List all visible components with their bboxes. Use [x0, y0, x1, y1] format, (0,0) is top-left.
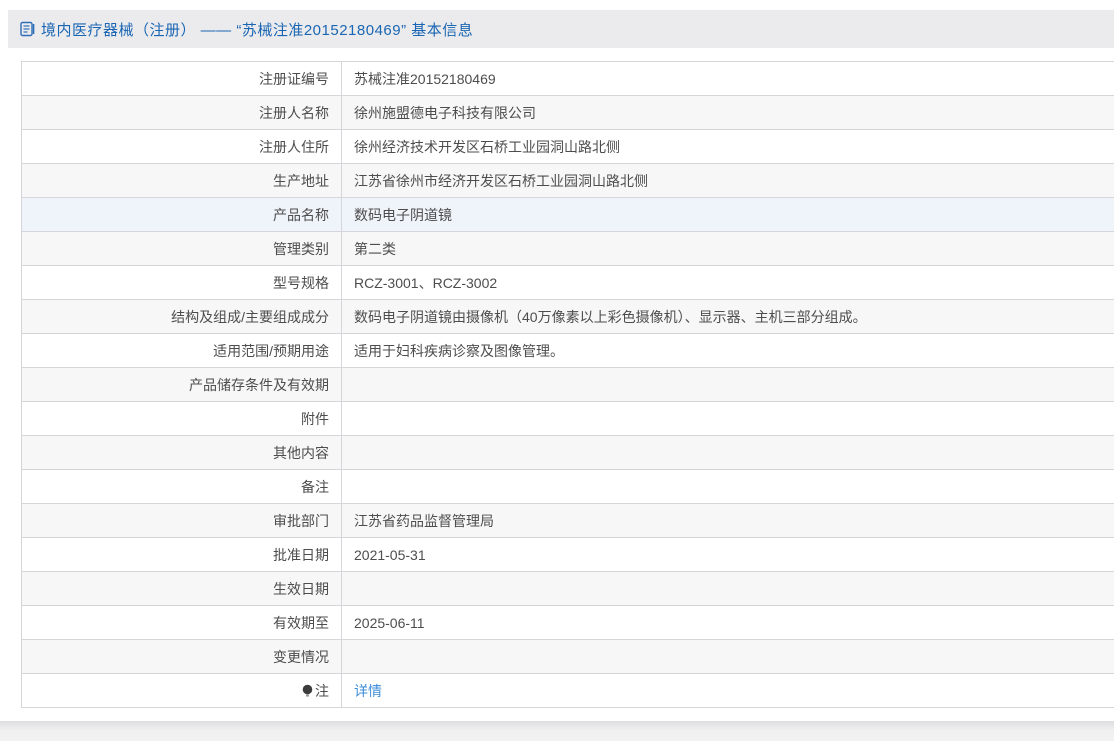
table-row: 注册人名称 徐州施盟德电子科技有限公司: [22, 96, 1114, 130]
row-value-text: 第二类: [354, 241, 396, 257]
row-label-text: 注册人名称: [259, 105, 329, 121]
table-row: 型号规格 RCZ-3001、RCZ-3002: [22, 266, 1114, 300]
row-label: 变更情况: [22, 640, 342, 674]
table-row: 备注: [22, 470, 1114, 504]
table-row: 变更情况: [22, 640, 1114, 674]
row-value-text: 适用于妇科疾病诊察及图像管理。: [354, 343, 564, 359]
row-value-text: 2025-06-11: [354, 615, 425, 631]
row-value: 详情: [342, 674, 1114, 708]
page-footer: [0, 721, 1114, 741]
row-value: 徐州施盟德电子科技有限公司: [342, 96, 1114, 130]
row-label: 结构及组成/主要组成成分: [22, 300, 342, 334]
details-link[interactable]: 详情: [354, 683, 382, 699]
row-value-text: 2021-05-31: [354, 547, 426, 563]
table-row: 其他内容: [22, 436, 1114, 470]
row-value: 江苏省徐州市经济开发区石桥工业园洞山路北侧: [342, 164, 1114, 198]
row-label: 其他内容: [22, 436, 342, 470]
bulb-icon: [302, 684, 313, 701]
row-label-text: 注册证编号: [259, 71, 329, 87]
row-value: [342, 402, 1114, 436]
row-label: 附件: [22, 402, 342, 436]
row-value: 数码电子阴道镜由摄像机（40万像素以上彩色摄像机）、显示器、主机三部分组成。: [342, 300, 1114, 334]
row-value: [342, 368, 1114, 402]
registration-table-body: 注册证编号苏械注准20152180469注册人名称徐州施盟德电子科技有限公司注册…: [22, 62, 1114, 708]
row-label-text: 其他内容: [273, 445, 329, 461]
row-label: 生产地址: [22, 164, 342, 198]
row-value: 适用于妇科疾病诊察及图像管理。: [342, 334, 1114, 368]
table-row: 产品储存条件及有效期: [22, 368, 1114, 402]
row-value: 2021-05-31: [342, 538, 1114, 572]
row-value-text: RCZ-3001、RCZ-3002: [354, 275, 497, 291]
row-value: 数码电子阴道镜: [342, 198, 1114, 232]
row-value: 苏械注准20152180469: [342, 62, 1114, 96]
row-label-text: 适用范围/预期用途: [213, 343, 329, 359]
row-label-text: 备注: [301, 479, 329, 495]
row-label-text: 结构及组成/主要组成成分: [171, 309, 329, 325]
row-value-text: 徐州施盟德电子科技有限公司: [354, 105, 536, 121]
table-row: 有效期至 2025-06-11: [22, 606, 1114, 640]
table-row: 附件: [22, 402, 1114, 436]
row-label: 审批部门: [22, 504, 342, 538]
row-label-text: 审批部门: [273, 513, 329, 529]
row-value: 第二类: [342, 232, 1114, 266]
row-value-text: 苏械注准20152180469: [354, 71, 496, 87]
row-value: 徐州经济技术开发区石桥工业园洞山路北侧: [342, 130, 1114, 164]
table-row: 生产地址 江苏省徐州市经济开发区石桥工业园洞山路北侧: [22, 164, 1114, 198]
table-row: 适用范围/预期用途 适用于妇科疾病诊察及图像管理。: [22, 334, 1114, 368]
row-label: 型号规格: [22, 266, 342, 300]
row-label-text: 注: [315, 683, 329, 699]
row-label-text: 产品名称: [273, 207, 329, 223]
registration-info-table: 注册证编号苏械注准20152180469注册人名称徐州施盟德电子科技有限公司注册…: [21, 61, 1114, 708]
table-row: 批准日期 2021-05-31: [22, 538, 1114, 572]
row-label-text: 产品储存条件及有效期: [189, 377, 329, 393]
row-label: 注册人名称: [22, 96, 342, 130]
row-value-text: 数码电子阴道镜: [354, 207, 452, 223]
row-label: 注册证编号: [22, 62, 342, 96]
row-value: [342, 470, 1114, 504]
row-label: 生效日期: [22, 572, 342, 606]
page-header: 境内医疗器械（注册） —— “苏械注准20152180469” 基本信息: [8, 10, 1114, 48]
table-row: 产品名称 数码电子阴道镜: [22, 198, 1114, 232]
row-value: 江苏省药品监督管理局: [342, 504, 1114, 538]
row-label: 批准日期: [22, 538, 342, 572]
row-label-text: 生产地址: [273, 173, 329, 189]
row-label-text: 注册人住所: [259, 139, 329, 155]
row-label: 管理类别: [22, 232, 342, 266]
table-row: 注 详情: [22, 674, 1114, 708]
row-value: RCZ-3001、RCZ-3002: [342, 266, 1114, 300]
document-icon: [20, 21, 35, 37]
row-label-text: 型号规格: [273, 275, 329, 291]
row-label: 产品储存条件及有效期: [22, 368, 342, 402]
table-row: 审批部门 江苏省药品监督管理局: [22, 504, 1114, 538]
row-value-text: 徐州经济技术开发区石桥工业园洞山路北侧: [354, 139, 620, 155]
row-value-text: 数码电子阴道镜由摄像机（40万像素以上彩色摄像机）、显示器、主机三部分组成。: [354, 309, 867, 325]
page-title: 境内医疗器械（注册） —— “苏械注准20152180469” 基本信息: [41, 19, 473, 40]
row-value: [342, 436, 1114, 470]
row-label-text: 有效期至: [273, 615, 329, 631]
row-label-text: 生效日期: [273, 581, 329, 597]
row-label-text: 变更情况: [273, 649, 329, 665]
table-row: 生效日期: [22, 572, 1114, 606]
row-label: 注: [22, 674, 342, 708]
row-value-text: 江苏省徐州市经济开发区石桥工业园洞山路北侧: [354, 173, 648, 189]
row-value-text: 江苏省药品监督管理局: [354, 513, 494, 529]
row-label: 注册人住所: [22, 130, 342, 164]
row-value: 2025-06-11: [342, 606, 1114, 640]
row-label: 产品名称: [22, 198, 342, 232]
row-label: 适用范围/预期用途: [22, 334, 342, 368]
row-label-text: 附件: [301, 411, 329, 427]
table-row: 注册证编号 苏械注准20152180469: [22, 62, 1114, 96]
row-value: [342, 572, 1114, 606]
row-label: 备注: [22, 470, 342, 504]
row-label-text: 管理类别: [273, 241, 329, 257]
table-row: 注册人住所 徐州经济技术开发区石桥工业园洞山路北侧: [22, 130, 1114, 164]
row-label: 有效期至: [22, 606, 342, 640]
row-label-text: 批准日期: [273, 547, 329, 563]
row-value: [342, 640, 1114, 674]
table-row: 结构及组成/主要组成成分 数码电子阴道镜由摄像机（40万像素以上彩色摄像机）、显示…: [22, 300, 1114, 334]
table-row: 管理类别 第二类: [22, 232, 1114, 266]
